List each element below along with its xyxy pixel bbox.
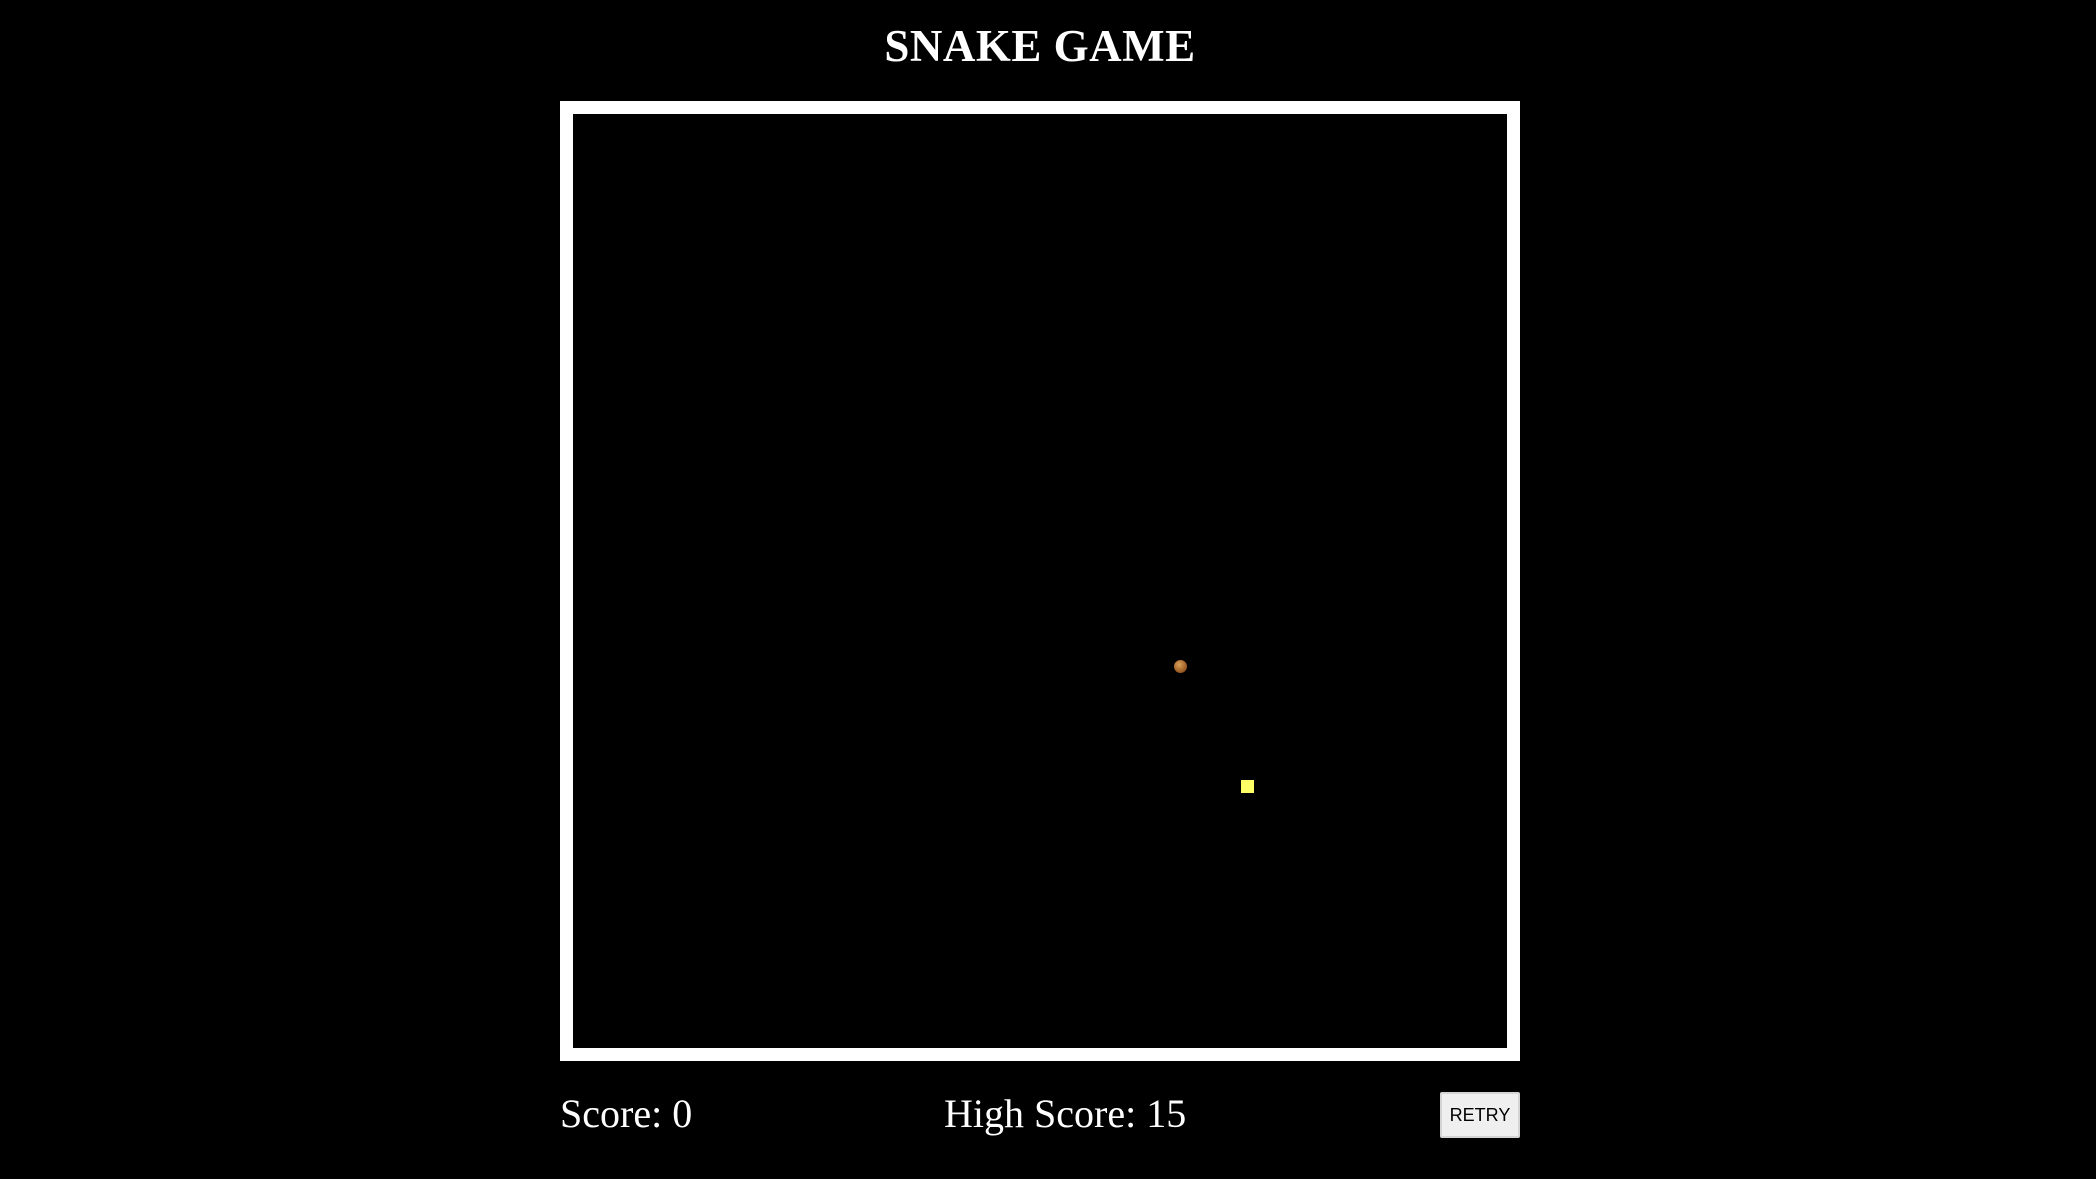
game-board[interactable] [560,101,1520,1061]
game-title: SNAKE GAME [884,21,1196,71]
snake-head [1241,780,1254,793]
retry-button[interactable]: RETRY [1440,1092,1520,1138]
food-item [1174,660,1187,673]
score-display: Score: 0 [560,1091,693,1136]
high-score-display: High Score: 15 [944,1091,1187,1136]
